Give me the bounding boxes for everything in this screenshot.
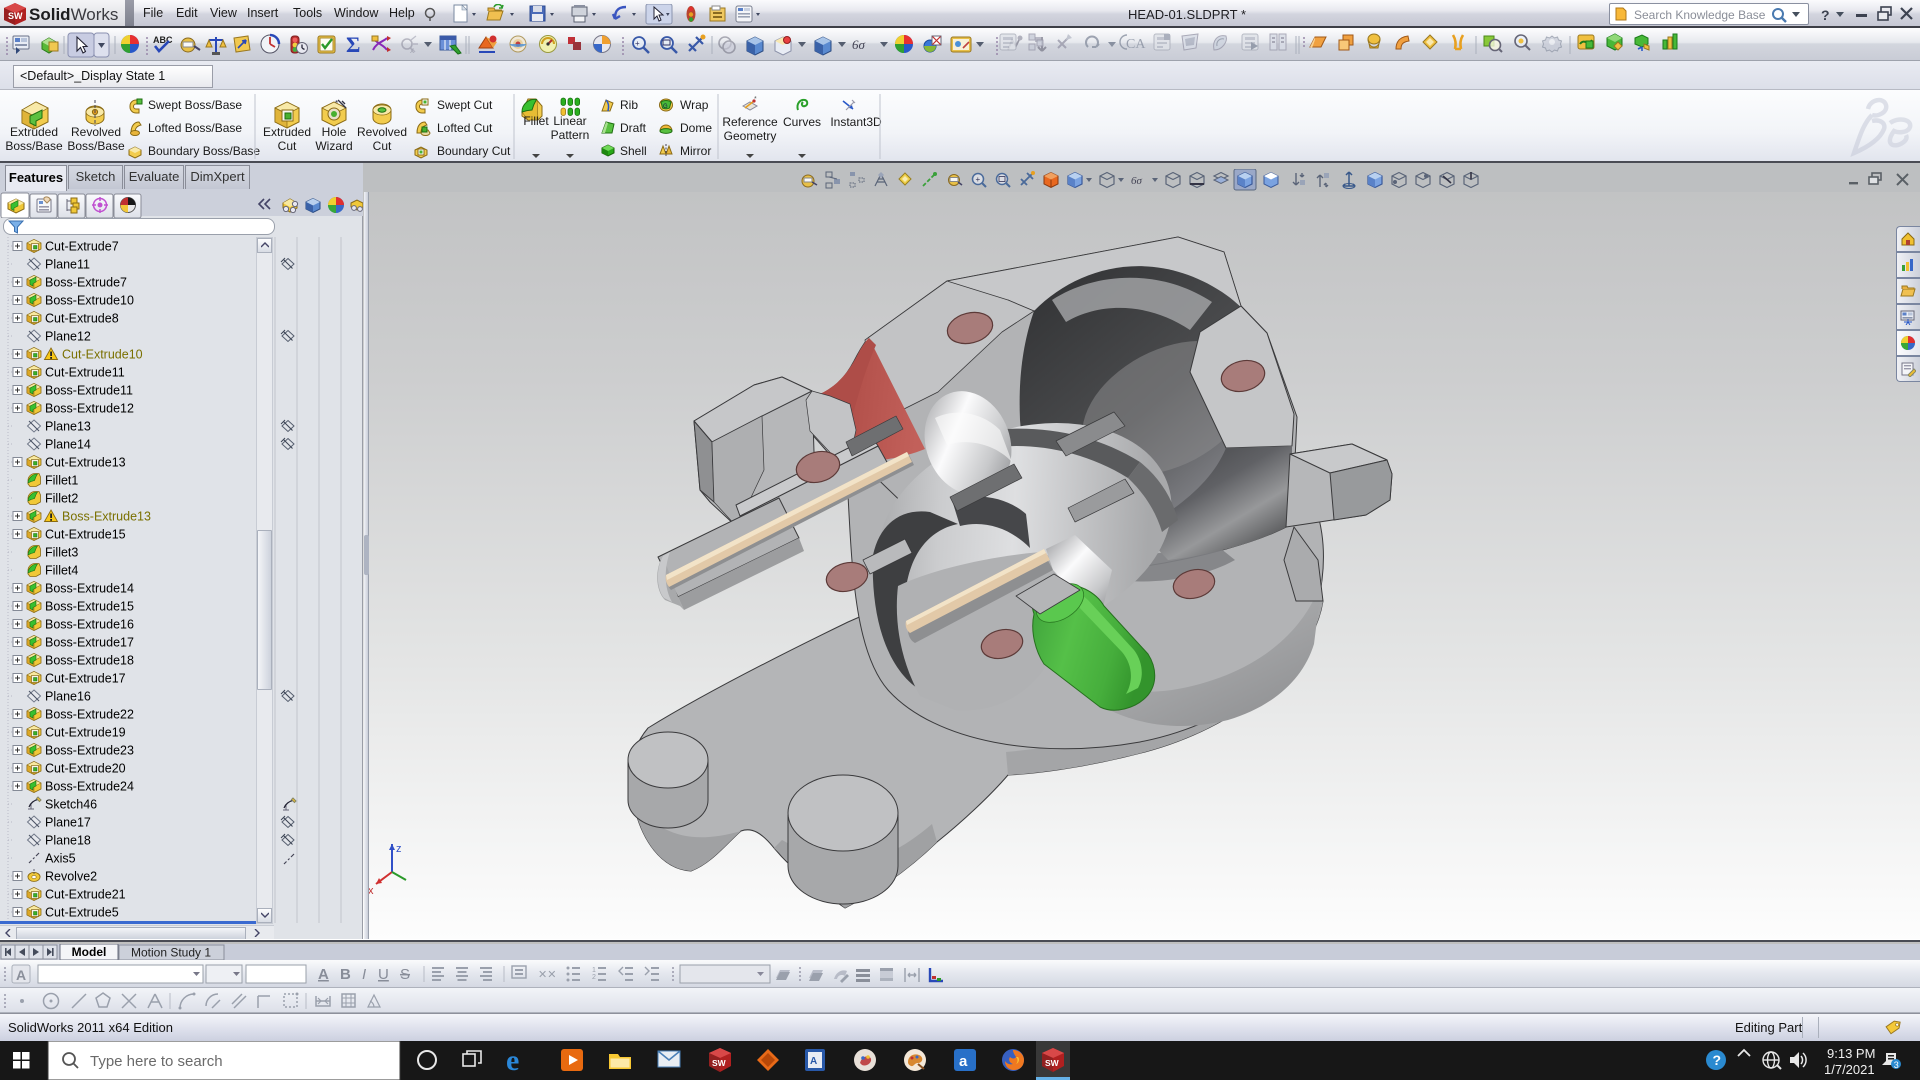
svg-text:2: 2 xyxy=(592,974,596,981)
svg-text:Fillet3: Fillet3 xyxy=(45,546,78,560)
svg-text:1: 1 xyxy=(592,967,596,974)
svg-text:6σ: 6σ xyxy=(852,37,866,52)
svg-text:Cut-Extrude15: Cut-Extrude15 xyxy=(45,528,126,542)
svg-text:Wizard: Wizard xyxy=(315,139,352,153)
svg-text:Cut-Extrude8: Cut-Extrude8 xyxy=(45,312,119,326)
svg-text:Fillet2: Fillet2 xyxy=(45,492,78,506)
svg-text:Boss-Extrude24: Boss-Extrude24 xyxy=(45,780,134,794)
svg-text:Boss-Extrude18: Boss-Extrude18 xyxy=(45,654,134,668)
svg-text:Boss-Extrude11: Boss-Extrude11 xyxy=(45,384,133,398)
svg-text:Σ: Σ xyxy=(346,32,360,57)
svg-text:Plane14: Plane14 xyxy=(45,438,91,452)
svg-text:Boundary Cut: Boundary Cut xyxy=(437,144,511,158)
svg-text:Boss-Extrude14: Boss-Extrude14 xyxy=(45,582,134,596)
svg-text:Cut-Extrude13: Cut-Extrude13 xyxy=(45,456,126,470)
svg-text:Swept Boss/Base: Swept Boss/Base xyxy=(148,98,242,112)
svg-text:SW: SW xyxy=(1045,1058,1060,1068)
svg-text:Fillet1: Fillet1 xyxy=(45,474,78,488)
svg-text:Type here to search: Type here to search xyxy=(90,1053,223,1070)
svg-text:Fillet: Fillet xyxy=(523,114,549,128)
svg-text:?: ? xyxy=(1713,1052,1722,1068)
svg-text:Geometry: Geometry xyxy=(724,129,777,143)
svg-text:Boss/Base: Boss/Base xyxy=(5,139,63,153)
svg-text:Plane13: Plane13 xyxy=(45,420,91,434)
svg-text:Cut: Cut xyxy=(278,139,297,153)
svg-text:CA: CA xyxy=(1126,37,1146,52)
svg-text:Extruded: Extruded xyxy=(10,125,58,139)
svg-text:Plane17: Plane17 xyxy=(45,816,91,830)
svg-text:Boss-Extrude23: Boss-Extrude23 xyxy=(45,744,134,758)
svg-text:SW: SW xyxy=(8,11,23,21)
svg-text:Plane16: Plane16 xyxy=(45,690,91,704)
svg-text:Boss-Extrude12: Boss-Extrude12 xyxy=(45,402,134,416)
svg-text:Boss-Extrude17: Boss-Extrude17 xyxy=(45,636,134,650)
svg-text:Plane18: Plane18 xyxy=(45,834,91,848)
svg-text:Plane11: Plane11 xyxy=(45,258,90,272)
svg-text:B: B xyxy=(340,966,351,983)
svg-text:x: x xyxy=(410,46,414,55)
svg-text:9:13 PM: 9:13 PM xyxy=(1827,1046,1875,1061)
svg-text:Motion Study 1: Motion Study 1 xyxy=(131,946,211,960)
svg-text:Cut-Extrude10: Cut-Extrude10 xyxy=(62,348,143,362)
svg-text:3: 3 xyxy=(1894,1060,1899,1070)
svg-text:Boss/Base: Boss/Base xyxy=(67,139,125,153)
svg-text:Cut-Extrude21: Cut-Extrude21 xyxy=(45,888,126,902)
svg-text:A: A xyxy=(16,967,26,983)
svg-text:Revolve2: Revolve2 xyxy=(45,870,97,884)
svg-text:Boundary Boss/Base: Boundary Boss/Base xyxy=(148,144,260,158)
svg-text:Cut-Extrude11: Cut-Extrude11 xyxy=(45,366,125,380)
svg-text:Fillet4: Fillet4 xyxy=(45,564,78,578)
svg-text:Wrap: Wrap xyxy=(680,98,709,112)
svg-text:Extruded: Extruded xyxy=(263,125,311,139)
svg-text:e: e xyxy=(506,1044,519,1077)
svg-text:ABC: ABC xyxy=(153,35,173,45)
svg-text:Rib: Rib xyxy=(620,98,638,112)
svg-text:Boss-Extrude10: Boss-Extrude10 xyxy=(45,294,134,308)
svg-text:Swept Cut: Swept Cut xyxy=(437,98,493,112)
svg-text:6σ: 6σ xyxy=(1131,175,1143,187)
svg-text:Mirror: Mirror xyxy=(680,144,711,158)
svg-text:SW: SW xyxy=(712,1058,727,1068)
svg-text:Pattern: Pattern xyxy=(551,128,590,142)
svg-text:Boss-Extrude22: Boss-Extrude22 xyxy=(45,708,134,722)
svg-text:Cut-Extrude17: Cut-Extrude17 xyxy=(45,672,126,686)
svg-text:Plane12: Plane12 xyxy=(45,330,91,344)
svg-text:Cut: Cut xyxy=(373,139,392,153)
svg-text:Boss-Extrude7: Boss-Extrude7 xyxy=(45,276,127,290)
svg-text:+: + xyxy=(976,175,981,184)
svg-text:Draft: Draft xyxy=(620,121,647,135)
svg-text:✕✕: ✕✕ xyxy=(538,969,556,981)
svg-text:Boss-Extrude15: Boss-Extrude15 xyxy=(45,600,134,614)
svg-text:S: S xyxy=(400,966,410,983)
svg-text:+: + xyxy=(635,39,640,48)
svg-text:A: A xyxy=(318,966,329,983)
svg-text:Shell: Shell xyxy=(620,144,647,158)
svg-text:Model: Model xyxy=(72,945,107,959)
svg-text:Cut-Extrude20: Cut-Extrude20 xyxy=(45,762,126,776)
svg-text:a: a xyxy=(959,1053,968,1070)
svg-text:Lofted Boss/Base: Lofted Boss/Base xyxy=(148,121,242,135)
svg-text:Instant3D: Instant3D xyxy=(830,115,882,129)
svg-text:*: * xyxy=(335,99,338,108)
svg-text:Revolved: Revolved xyxy=(71,125,121,139)
svg-text:Curves: Curves xyxy=(783,115,821,129)
svg-text:U: U xyxy=(378,966,389,983)
svg-text:Lofted Cut: Lofted Cut xyxy=(437,121,493,135)
svg-text:I: I xyxy=(362,966,366,983)
svg-text:z: z xyxy=(396,843,402,855)
svg-text:1/7/2021: 1/7/2021 xyxy=(1824,1062,1875,1077)
svg-text:Cut-Extrude7: Cut-Extrude7 xyxy=(45,240,119,254)
svg-text:Cut-Extrude19: Cut-Extrude19 xyxy=(45,726,126,740)
svg-text:Boss-Extrude13: Boss-Extrude13 xyxy=(62,510,151,524)
svg-text:Revolved: Revolved xyxy=(357,125,407,139)
svg-text:Sketch46: Sketch46 xyxy=(45,798,97,812)
svg-text:A: A xyxy=(810,1056,817,1067)
svg-text:Axis5: Axis5 xyxy=(45,852,76,866)
svg-text:Dome: Dome xyxy=(680,121,712,135)
svg-text:Boss-Extrude16: Boss-Extrude16 xyxy=(45,618,134,632)
svg-text:Reference: Reference xyxy=(722,115,778,129)
svg-text:Linear: Linear xyxy=(553,114,586,128)
svg-text:Cut-Extrude5: Cut-Extrude5 xyxy=(45,906,119,920)
svg-text:Hole: Hole xyxy=(322,125,347,139)
